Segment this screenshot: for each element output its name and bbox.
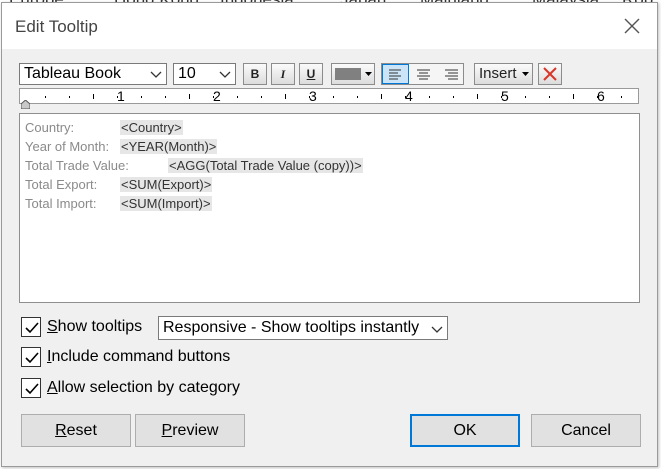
font-size-value: 10	[178, 65, 196, 82]
ruler-mark: 6	[597, 88, 605, 104]
tooltip-field-token: <SUM(Export)>	[120, 177, 213, 192]
ruler-mark: 4	[405, 88, 413, 104]
allow-selection-option[interactable]: Allow selection by category	[21, 378, 261, 400]
italic-button[interactable]: I	[271, 63, 295, 85]
font-color-button[interactable]	[331, 63, 375, 85]
checkmark-icon	[25, 322, 39, 334]
bold-button[interactable]: B	[243, 63, 267, 85]
font-family-value: Tableau Book	[24, 65, 121, 82]
ruler-mark: 5	[501, 88, 509, 104]
tooltip-field-token: <AGG(Total Trade Value (copy))>	[168, 158, 363, 173]
align-center-icon[interactable]	[410, 64, 437, 84]
dialog-title: Edit Tooltip	[15, 17, 98, 36]
align-right-icon[interactable]	[437, 64, 464, 84]
align-left-icon[interactable]	[382, 64, 409, 84]
tooltip-field-token: <Country>	[120, 120, 183, 135]
include-command-buttons-label: Include command buttons	[47, 348, 231, 365]
cancel-button[interactable]: Cancel	[531, 414, 641, 447]
tooltip-line-label: Year of Month:	[25, 139, 110, 154]
allow-selection-checkbox[interactable]	[21, 378, 41, 398]
ruler-ticks	[45, 94, 622, 99]
tooltip-field-token: <YEAR(Month)>	[120, 139, 218, 154]
tooltip-editor[interactable]: Country: <Country> Year of Month: <YEAR(…	[19, 113, 640, 303]
show-tooltips-option[interactable]: Show tooltips	[21, 317, 151, 339]
tooltip-line-label: Total Trade Value:	[25, 158, 129, 173]
caret-down-icon	[522, 64, 530, 90]
font-color-swatch	[335, 68, 361, 80]
ruler-mark: 1	[117, 88, 125, 104]
ruler-mark: 3	[309, 88, 317, 104]
font-family-select[interactable]: Tableau Book	[19, 63, 167, 85]
tooltip-line-label: Total Export:	[25, 177, 98, 192]
clear-formatting-button[interactable]	[538, 63, 562, 85]
title-bar: Edit Tooltip	[2, 3, 657, 49]
font-size-select[interactable]: 10	[173, 63, 236, 85]
chevron-down-icon	[431, 321, 443, 335]
ruler: 1 2 3 4 5 6	[19, 88, 639, 110]
close-icon[interactable]	[621, 15, 643, 37]
underline-button[interactable]: U	[299, 63, 323, 85]
ok-button[interactable]: OK	[410, 414, 520, 447]
show-tooltips-checkbox[interactable]	[21, 317, 41, 337]
insert-label: Insert	[479, 65, 517, 82]
include-command-buttons-option[interactable]: Include command buttons	[21, 347, 251, 369]
show-tooltips-label: Show tooltips	[47, 318, 143, 335]
tooltip-line-label: Country:	[25, 120, 75, 135]
tooltip-mode-select[interactable]: Responsive - Show tooltips instantly	[158, 316, 448, 340]
checkmark-icon	[25, 352, 39, 364]
tooltip-mode-value: Responsive - Show tooltips instantly	[163, 319, 420, 336]
caret-down-icon	[365, 64, 373, 90]
include-command-buttons-checkbox[interactable]	[21, 347, 41, 367]
tooltip-field-token: <SUM(Import)>	[120, 196, 212, 211]
tooltip-line-label: Total Import:	[25, 196, 97, 211]
insert-menu-button[interactable]: Insert	[474, 63, 533, 85]
ruler-indent-marker[interactable]	[20, 96, 31, 114]
ruler-mark: 2	[213, 88, 221, 104]
preview-button[interactable]: Preview	[135, 414, 245, 447]
chevron-down-icon	[219, 67, 231, 81]
chevron-down-icon	[150, 67, 162, 81]
checkmark-icon	[25, 383, 39, 395]
reset-button[interactable]: Reset	[21, 414, 131, 447]
allow-selection-label: Allow selection by category	[47, 379, 240, 396]
clear-x-icon	[543, 67, 557, 87]
alignment-group	[381, 63, 464, 85]
